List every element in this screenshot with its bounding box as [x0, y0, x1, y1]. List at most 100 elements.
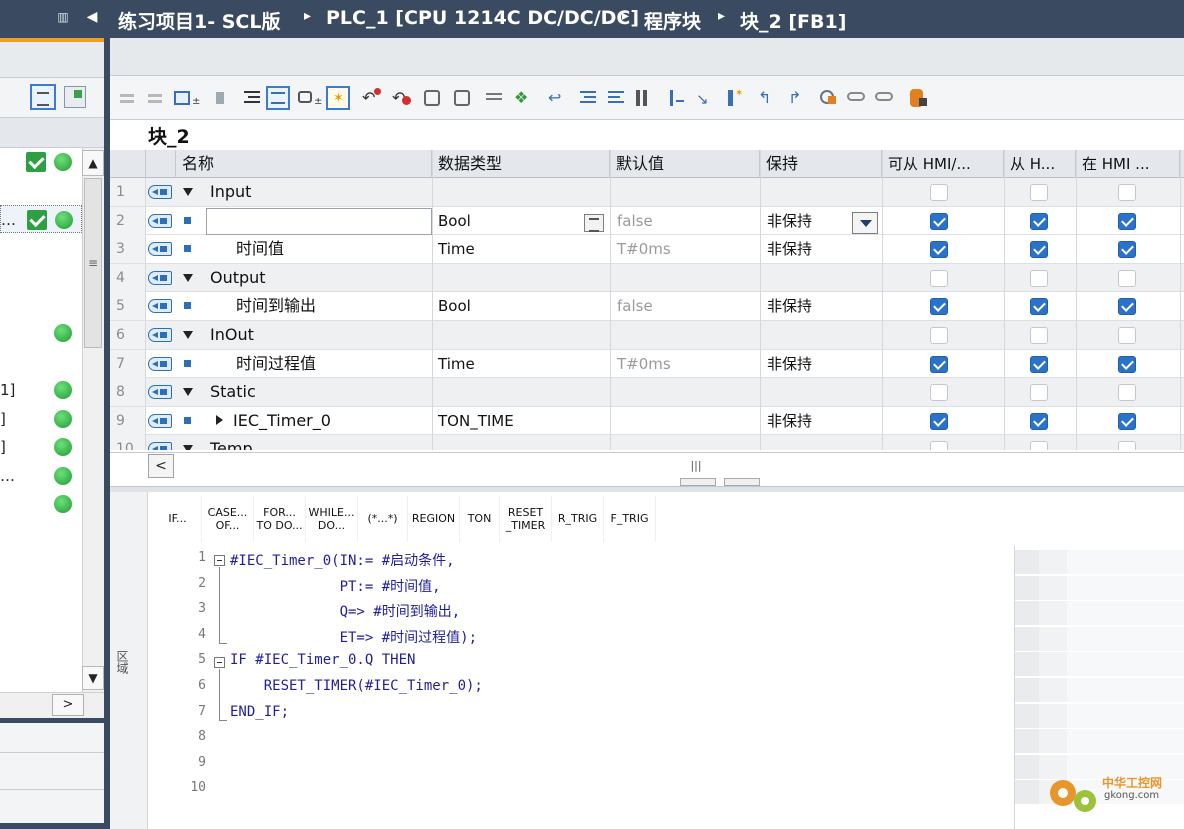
hmi-access-checkbox[interactable]: [930, 212, 948, 230]
tree-item[interactable]: …: [0, 462, 82, 490]
add-row-icon[interactable]: [144, 86, 168, 110]
block-call-icon[interactable]: ±: [296, 86, 322, 110]
sort-icon[interactable]: [664, 86, 688, 110]
parameter-default[interactable]: T#0ms: [617, 235, 671, 263]
section-name[interactable]: Static: [210, 378, 256, 406]
monitor-off-icon[interactable]: [872, 86, 896, 110]
prev-bookmark-icon[interactable]: ↰: [754, 86, 778, 110]
hmi-setpoint-checkbox[interactable]: [1118, 412, 1136, 430]
section-name[interactable]: Output: [210, 264, 266, 292]
code-line[interactable]: IF #IEC_Timer_0.Q THEN: [230, 652, 415, 668]
hmi-visible-checkbox[interactable]: [1030, 212, 1048, 230]
tree-action-icon[interactable]: [64, 86, 86, 108]
hmi-access-checkbox[interactable]: [930, 269, 948, 287]
hmi-visible-checkbox[interactable]: [1030, 184, 1048, 201]
parameter-datatype[interactable]: Bool: [438, 292, 471, 320]
cross-ref-icon[interactable]: ↘: [692, 86, 716, 110]
expand-struct-icon[interactable]: [216, 414, 223, 425]
datatype-picker-icon[interactable]: [584, 214, 604, 232]
tree-item[interactable]: [0, 262, 82, 290]
code-line[interactable]: END_IF;: [230, 704, 289, 720]
hmi-access-checkbox[interactable]: [930, 355, 948, 373]
indent-list-icon[interactable]: [240, 86, 264, 110]
breadcrumb-project[interactable]: 练习项目1- SCL版: [118, 7, 280, 34]
scroll-left-button[interactable]: <: [148, 454, 174, 478]
scroll-down-button[interactable]: ▼: [82, 666, 104, 690]
parameter-default[interactable]: false: [617, 207, 653, 235]
palette-item[interactable]: CASE... OF...: [202, 496, 254, 542]
tree-item[interactable]: [0, 319, 82, 347]
snapshot-icon[interactable]: [816, 86, 840, 110]
hmi-setpoint-checkbox[interactable]: [1118, 212, 1136, 230]
parameter-name[interactable]: IEC_Timer_0: [216, 407, 331, 435]
palette-item[interactable]: REGION: [408, 496, 460, 542]
hmi-setpoint-checkbox[interactable]: [1118, 184, 1136, 201]
hmi-access-checkbox[interactable]: [930, 298, 948, 316]
interface-row[interactable]: 8 Static: [110, 378, 1184, 407]
next-bookmark-icon[interactable]: ↱: [784, 86, 808, 110]
tree-item[interactable]: [0, 148, 82, 176]
interface-row[interactable]: 9 IEC_Timer_0 TON_TIME 非保持: [110, 406, 1184, 436]
hmi-setpoint-checkbox[interactable]: [1118, 441, 1136, 450]
fold-toggle-icon[interactable]: [214, 657, 225, 668]
splitter-handles[interactable]: [680, 478, 766, 486]
palette-item[interactable]: IF...: [154, 496, 202, 542]
hmi-setpoint-checkbox[interactable]: [1118, 355, 1136, 373]
collapsed-region-panel[interactable]: 区域: [110, 640, 132, 700]
set-bookmark-icon[interactable]: ↶: [360, 86, 384, 110]
expand-section-icon[interactable]: [183, 445, 193, 450]
splitter-up-handle[interactable]: [680, 478, 716, 486]
hmi-visible-checkbox[interactable]: [1030, 269, 1048, 287]
split-view-icon[interactable]: ▥: [54, 8, 72, 26]
hmi-access-checkbox[interactable]: [930, 241, 948, 259]
expand-section-icon[interactable]: [183, 388, 193, 397]
indent-decrease-icon[interactable]: [604, 86, 628, 110]
scroll-grip-icon[interactable]: |||: [686, 458, 706, 474]
insert-row-icon[interactable]: [116, 86, 140, 110]
palette-item[interactable]: FOR... TO DO...: [254, 496, 306, 542]
parameter-retain[interactable]: 非保持: [767, 350, 812, 378]
parameter-retain[interactable]: 非保持: [767, 207, 812, 235]
parameter-datatype[interactable]: TON_TIME: [438, 407, 514, 435]
tree-item[interactable]: [0, 291, 82, 319]
interface-row[interactable]: 3 时间值 Time T#0ms 非保持: [110, 235, 1184, 264]
scroll-up-button[interactable]: ▲: [82, 150, 104, 176]
insert-network-icon[interactable]: ±: [172, 86, 200, 110]
hmi-setpoint-checkbox[interactable]: [1118, 241, 1136, 259]
tree-item[interactable]: [0, 234, 82, 262]
interface-view-icon[interactable]: [266, 86, 290, 110]
code-line[interactable]: Q=> #时间到输出,: [230, 601, 461, 621]
tree-item[interactable]: [0, 177, 82, 205]
palette-item[interactable]: RESET _TIMER: [500, 496, 552, 542]
hmi-setpoint-checkbox[interactable]: [1118, 269, 1136, 287]
hmi-visible-checkbox[interactable]: [1030, 412, 1048, 430]
parameter-retain[interactable]: 非保持: [767, 292, 812, 320]
tree-item[interactable]: 1]: [0, 376, 82, 404]
header-datatype[interactable]: 数据类型: [432, 150, 610, 178]
bookmark-list-icon[interactable]: [450, 86, 474, 110]
check-icon[interactable]: ❖: [510, 86, 534, 110]
parameter-datatype[interactable]: Bool: [438, 207, 471, 235]
tree-item[interactable]: ]: [0, 405, 82, 433]
section-name[interactable]: InOut: [210, 321, 254, 349]
monitor-on-icon[interactable]: [844, 86, 868, 110]
header-hmi-setpoint[interactable]: 在 HMI ...: [1076, 150, 1180, 178]
hmi-visible-checkbox[interactable]: [1030, 355, 1048, 373]
hmi-visible-checkbox[interactable]: [1030, 384, 1048, 402]
parameter-datatype[interactable]: Time: [438, 350, 475, 378]
interface-row[interactable]: 5 时间到输出 Bool false 非保持: [110, 292, 1184, 321]
columns-icon[interactable]: [632, 86, 656, 110]
header-default[interactable]: 默认值: [610, 150, 760, 178]
breadcrumb-device[interactable]: PLC_1 [CPU 1214C DC/DC/DC]: [326, 7, 639, 29]
parameter-retain[interactable]: 非保持: [767, 407, 812, 435]
palette-item[interactable]: R_TRIG: [552, 496, 604, 542]
tree-item[interactable]: …: [0, 205, 82, 233]
tree-item[interactable]: [0, 348, 82, 376]
parameter-default[interactable]: T#0ms: [617, 350, 671, 378]
indent-left-icon[interactable]: ↩: [546, 86, 570, 110]
code-line[interactable]: RESET_TIMER(#IEC_Timer_0);: [230, 678, 483, 694]
hmi-access-checkbox[interactable]: [930, 384, 948, 402]
goto-bookmark-icon[interactable]: [420, 86, 444, 110]
retain-dropdown-button[interactable]: [852, 212, 878, 234]
details-view-icon[interactable]: [30, 84, 56, 110]
